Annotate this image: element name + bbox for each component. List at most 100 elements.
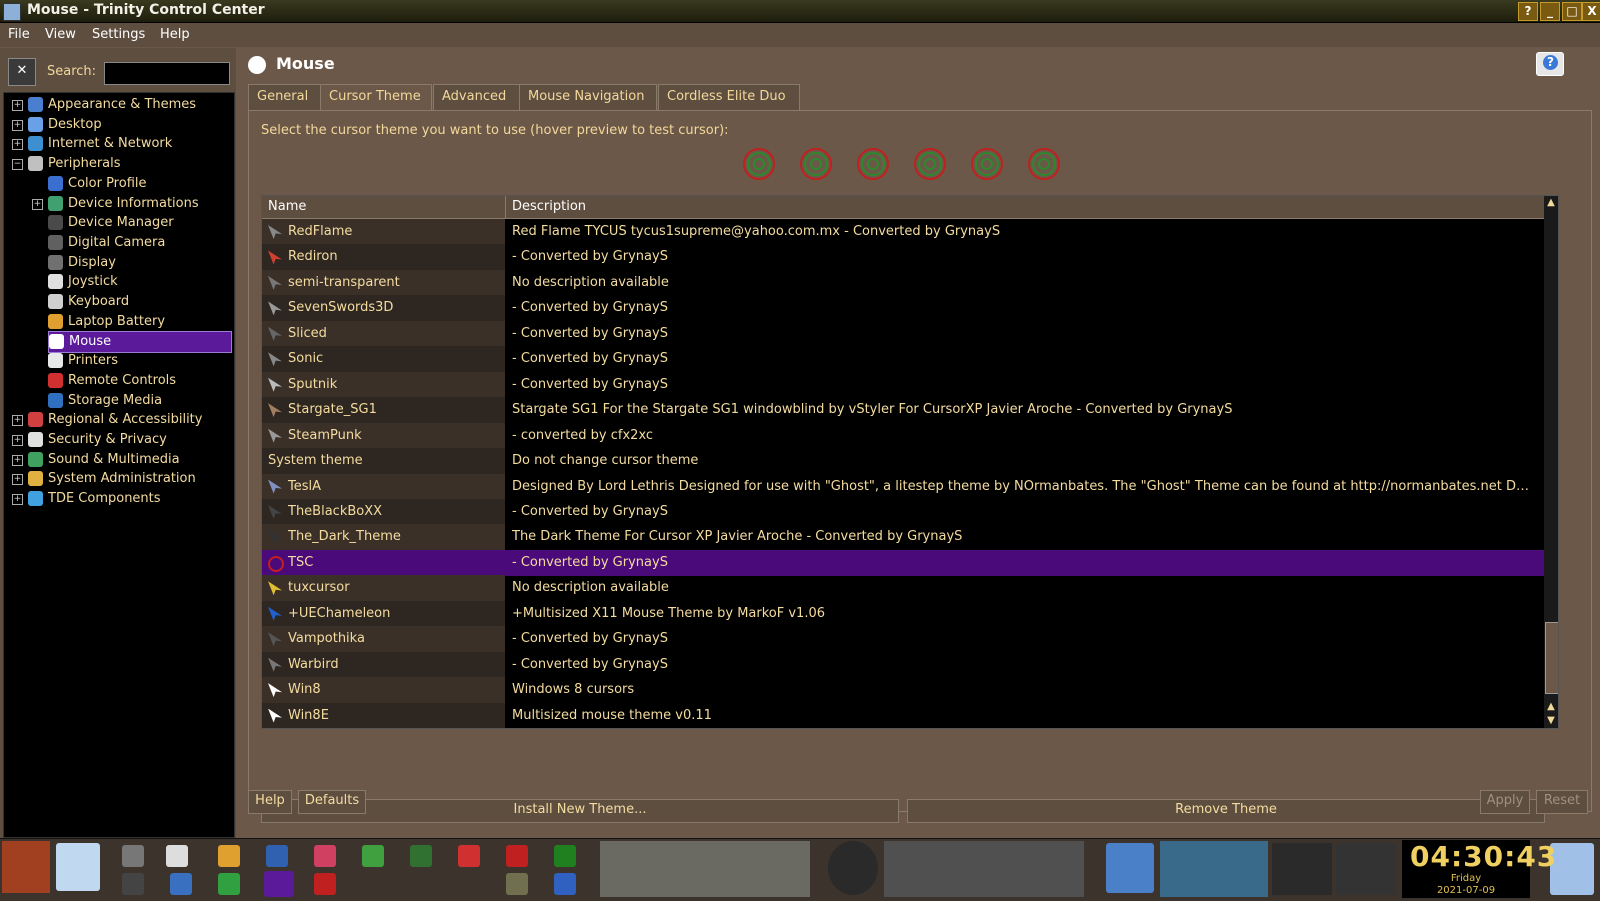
system-tray[interactable] [884, 841, 1084, 897]
remove-theme-button[interactable]: Remove Theme [907, 799, 1545, 823]
sidebar-item-device-manager[interactable]: Device Manager [48, 213, 174, 233]
table-row[interactable]: SevenSwords3D - Converted by GrynayS [262, 295, 1544, 322]
table-row[interactable]: Win8E Multisized mouse theme v0.11 [262, 702, 1544, 728]
keyboard-layout-widget[interactable] [1272, 843, 1332, 895]
table-row[interactable]: Warbird - Converted by GrynayS [262, 651, 1544, 678]
puzzle-app-icon[interactable] [218, 873, 240, 895]
cursor-theme-list[interactable]: Name Description RedFlame Red Flame TYCUS… [261, 195, 1559, 729]
tab-general[interactable]: General [248, 84, 324, 110]
tab-mouse-navigation[interactable]: Mouse Navigation [519, 84, 657, 110]
sidebar-item-device-informations[interactable]: Device Informations [48, 194, 199, 214]
cursor-preview-icon[interactable] [743, 148, 775, 180]
close-button[interactable]: X [1582, 2, 1600, 21]
sidebar-item-sound-multimedia[interactable]: Sound & Multimedia [28, 450, 180, 470]
task-icon[interactable] [506, 873, 528, 895]
cursor-preview-icon[interactable] [800, 148, 832, 180]
tree-expander[interactable]: + [12, 139, 23, 151]
sidebar-item-peripherals[interactable]: Peripherals [28, 154, 121, 174]
leaf-app-icon[interactable] [362, 845, 384, 867]
apply-button[interactable]: Apply [1480, 790, 1530, 814]
sidebar-item-remote-controls[interactable]: Remote Controls [48, 371, 176, 391]
sidebar-item-system-administration[interactable]: System Administration [28, 469, 196, 489]
tree-expander[interactable]: + [12, 100, 23, 111]
table-row[interactable]: Win8 Windows 8 cursors [262, 677, 1544, 704]
sidebar-item-appearance-themes[interactable]: Appearance & Themes [28, 95, 196, 115]
list-scrollbar[interactable]: ▲ ▲ ▼ [1544, 196, 1558, 728]
column-header-name[interactable]: Name [268, 199, 306, 214]
system-load-widget[interactable] [1336, 843, 1396, 895]
table-row[interactable]: Sonic - Converted by GrynayS [262, 346, 1544, 373]
sidebar-item-printers[interactable]: Printers [48, 351, 118, 371]
control-center-task-icon[interactable] [264, 871, 294, 897]
tab-advanced[interactable]: Advanced [433, 84, 523, 110]
cursor-preview-icon[interactable] [971, 148, 1003, 180]
tree-expander[interactable]: + [32, 198, 43, 210]
menu-settings[interactable]: Settings [92, 27, 145, 42]
pdf-app-icon[interactable] [506, 845, 528, 867]
network-app-icon[interactable] [410, 845, 432, 867]
clear-search-button[interactable]: ✕ [8, 58, 36, 86]
menu-file[interactable]: File [8, 27, 30, 42]
folder-icon[interactable] [1106, 843, 1154, 893]
table-row[interactable]: tuxcursor No description available [262, 575, 1544, 602]
search-input[interactable] [104, 62, 230, 85]
tde-menu-icon[interactable] [2, 841, 50, 893]
app-launcher-icon[interactable] [314, 845, 336, 867]
sidebar-item-joystick[interactable]: Joystick [48, 272, 118, 292]
tree-expander[interactable]: + [12, 415, 23, 427]
sidebar-item-mouse[interactable]: Mouse [48, 331, 232, 354]
defaults-button[interactable]: Defaults [298, 790, 366, 814]
tree-expander[interactable]: + [12, 119, 23, 131]
scrollbar-thumb[interactable] [1545, 622, 1558, 694]
sidebar-item-security-privacy[interactable]: Security & Privacy [28, 430, 167, 450]
sidebar-item-storage-media[interactable]: Storage Media [48, 391, 162, 411]
table-row[interactable]: Sliced - Converted by GrynayS [262, 320, 1544, 347]
terminal-icon[interactable] [122, 873, 144, 895]
column-header-description[interactable]: Description [512, 199, 586, 214]
app-icon[interactable] [3, 3, 21, 21]
trash-launcher-icon[interactable] [122, 845, 144, 867]
help-button[interactable]: Help [248, 790, 292, 814]
table-row[interactable]: Vampothika - Converted by GrynayS [262, 626, 1544, 653]
table-row[interactable]: System theme Do not change cursor theme [262, 448, 1544, 475]
table-row[interactable]: Stargate_SG1 Stargate SG1 For the Stargat… [262, 397, 1544, 424]
tree-expander[interactable]: + [12, 494, 23, 505]
sidebar-item-desktop[interactable]: Desktop [28, 115, 102, 135]
cursor-preview-icon[interactable] [914, 148, 946, 180]
tree-app-icon[interactable] [554, 845, 576, 867]
scroll-up-arrow-icon[interactable]: ▲ [1544, 700, 1558, 714]
help-window-button[interactable]: ? [1518, 2, 1538, 21]
cursor-preview-icon[interactable] [857, 148, 889, 180]
firefox-icon[interactable] [218, 845, 240, 867]
sidebar-item-display[interactable]: Display [48, 253, 116, 273]
table-row[interactable]: TSC - Converted by GrynayS [262, 549, 1544, 576]
maximize-button[interactable]: □ [1562, 2, 1582, 21]
scroll-down-arrow-icon[interactable]: ▼ [1544, 714, 1558, 728]
system-monitor-icon[interactable] [828, 841, 878, 895]
table-row[interactable]: TheBlackBoXX - Converted by GrynayS [262, 498, 1544, 525]
sidebar-item-regional-accessibility[interactable]: Regional & Accessibility [28, 410, 202, 430]
table-row[interactable]: TeslA Designed By Lord Lethris Designed f… [262, 473, 1544, 500]
sidebar-item-keyboard[interactable]: Keyboard [48, 292, 129, 312]
editor-icon[interactable] [56, 843, 100, 891]
sidebar-item-internet-network[interactable]: Internet & Network [28, 134, 172, 154]
menu-view[interactable]: View [45, 27, 76, 42]
world-map-icon[interactable] [1160, 841, 1268, 897]
sidebar-item-tde-components[interactable]: TDE Components [28, 489, 161, 509]
table-row[interactable]: Sputnik - Converted by GrynayS [262, 371, 1544, 398]
browser-icon[interactable] [266, 845, 288, 867]
tree-expander[interactable]: + [12, 434, 23, 446]
whats-this-help-button[interactable]: ? [1536, 52, 1564, 76]
cursor-preview-icon[interactable] [1028, 148, 1060, 180]
table-row[interactable]: +UEChameleon +Multisized X11 Mouse Theme … [262, 600, 1544, 627]
tree-expander[interactable]: − [12, 159, 23, 171]
task-icon[interactable] [554, 873, 576, 895]
reset-button[interactable]: Reset [1536, 790, 1588, 814]
tree-expander[interactable]: + [12, 454, 23, 466]
table-row[interactable]: semi-transparent No description available [262, 269, 1544, 296]
minimize-button[interactable]: _ [1540, 2, 1560, 21]
chat-icon[interactable] [166, 845, 188, 867]
table-row[interactable]: SteamPunk - converted by cfx2xc [262, 422, 1544, 449]
table-row[interactable]: Rediron - Converted by GrynayS [262, 244, 1544, 271]
clock[interactable]: 04:30:43 Friday 2021-07-09 [1402, 840, 1556, 898]
